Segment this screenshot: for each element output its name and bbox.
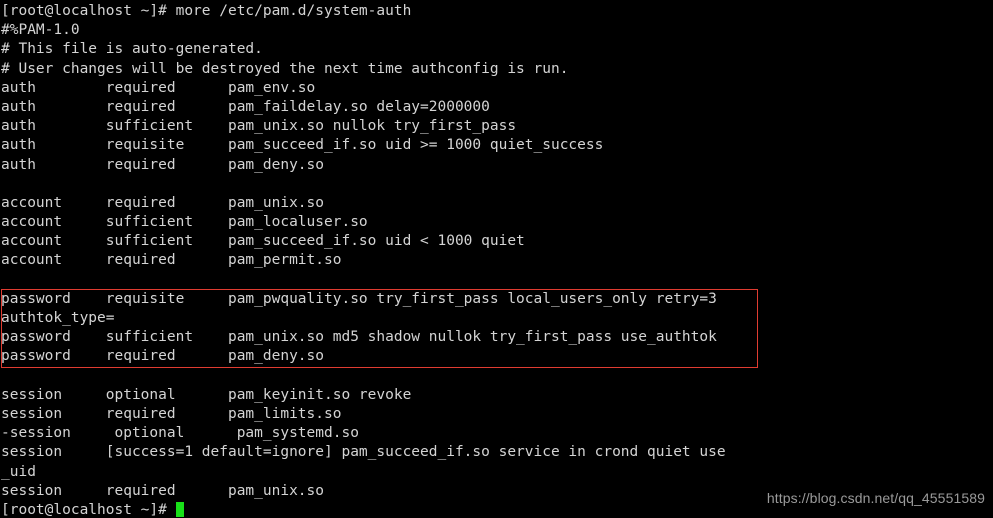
terminal-line: -session optional pam_systemd.so [1, 425, 359, 442]
watermark-text: https://blog.csdn.net/qq_45551589 [766, 490, 985, 506]
terminal-line: auth required pam_env.so [1, 79, 316, 96]
terminal-line: auth sufficient pam_unix.so nullok try_f… [1, 118, 517, 135]
terminal-line: authtok_type= [1, 310, 115, 326]
terminal-output: [root@localhost ~]# more /etc/pam.d/syst… [0, 2, 993, 518]
terminal-line: # User changes will be destroyed the nex… [1, 60, 569, 77]
terminal-line: #%PAM-1.0 [1, 22, 80, 39]
terminal-line: # This file is auto-generated. [1, 41, 263, 58]
terminal-line: password sufficient pam_unix.so md5 shad… [1, 329, 717, 346]
terminal-window[interactable]: [root@localhost ~]# more /etc/pam.d/syst… [0, 0, 993, 518]
terminal-line: session optional pam_keyinit.so revoke [1, 386, 412, 403]
terminal-line: session required pam_limits.so [1, 405, 342, 422]
terminal-line: auth requisite pam_succeed_if.so uid >= … [1, 137, 604, 154]
terminal-line: password requisite pam_pwquality.so try_… [1, 290, 717, 307]
terminal-line: password required pam_deny.so [1, 348, 325, 365]
terminal-line: account sufficient pam_succeed_if.so uid… [1, 233, 525, 250]
terminal-cursor [175, 501, 184, 517]
terminal-line: auth required pam_faildelay.so delay=200… [1, 98, 490, 115]
terminal-line: [root@localhost ~]# more /etc/pam.d/syst… [1, 3, 412, 19]
terminal-line: account required pam_permit.so [1, 252, 342, 269]
terminal-line: _uid [1, 463, 36, 480]
terminal-line: auth required pam_deny.so [1, 156, 325, 173]
terminal-line: account required pam_unix.so [1, 194, 325, 211]
terminal-line: session [success=1 default=ignore] pam_s… [1, 444, 726, 461]
terminal-line: account sufficient pam_localuser.so [1, 214, 368, 231]
